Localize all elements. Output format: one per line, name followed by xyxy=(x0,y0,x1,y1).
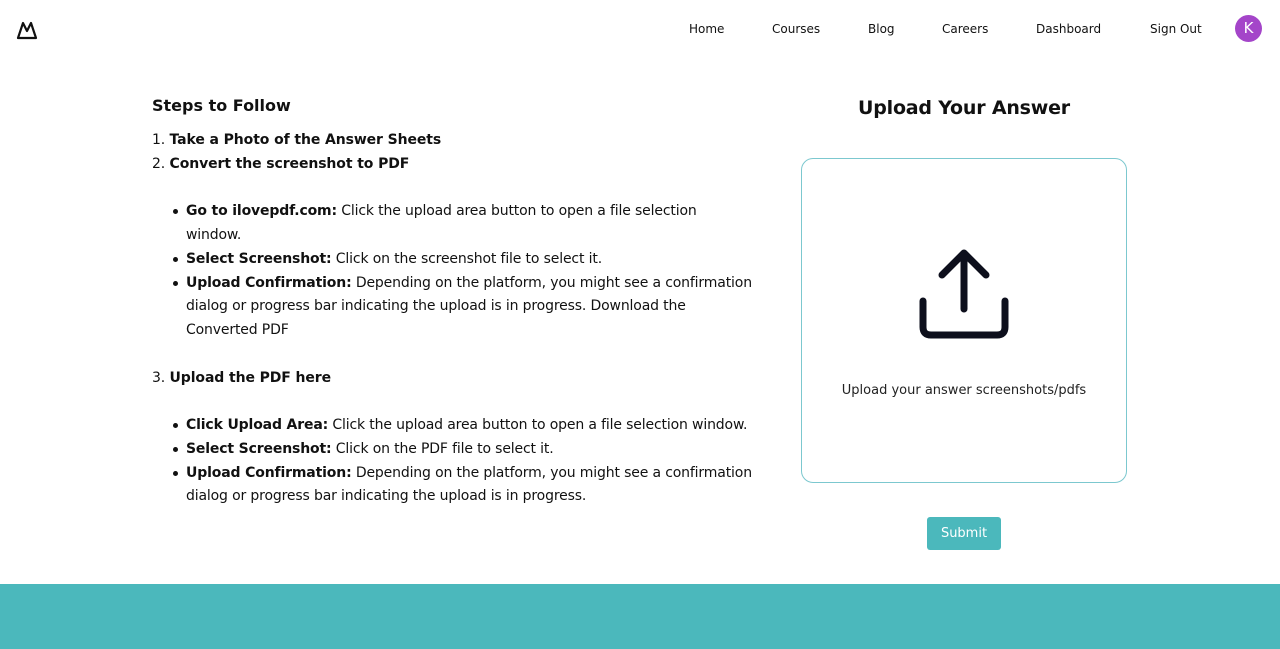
list-item: Select Screenshot: Click on the screensh… xyxy=(173,248,752,272)
steps-title: Steps to Follow xyxy=(152,96,291,115)
nav-courses[interactable]: Courses xyxy=(772,22,820,36)
list-item-strong: Go to ilovepdf.com: xyxy=(186,203,337,220)
footer xyxy=(0,584,1280,649)
step-2-list: Go to ilovepdf.com: Click the upload are… xyxy=(152,200,752,342)
top-nav: Home Courses Blog Careers Dashboard Sign… xyxy=(0,0,1280,60)
nav-blog[interactable]: Blog xyxy=(868,22,895,36)
nav-dashboard[interactable]: Dashboard xyxy=(1036,22,1101,36)
avatar[interactable]: K xyxy=(1235,15,1262,42)
step-1: 1. Take a Photo of the Answer Sheets xyxy=(152,129,752,153)
list-item: Go to ilovepdf.com: Click the upload are… xyxy=(173,200,752,247)
list-item: Click Upload Area: Click the upload area… xyxy=(173,414,752,438)
step-number: 3. xyxy=(152,369,166,386)
step-number: 1. xyxy=(152,132,166,148)
list-item-text: Click the upload area button to open a f… xyxy=(328,417,748,434)
nav-home[interactable]: Home xyxy=(689,22,724,36)
nav-sign-out[interactable]: Sign Out xyxy=(1150,22,1202,36)
upload-area[interactable]: Upload your answer screenshots/pdfs xyxy=(801,158,1127,483)
list-item: Upload Confirmation: Depending on the pl… xyxy=(173,462,752,509)
list-item-strong: Upload Confirmation: xyxy=(186,274,352,291)
step-text: Take a Photo of the Answer Sheets xyxy=(169,132,442,148)
list-item-strong: Upload Confirmation: xyxy=(186,464,352,481)
list-item-strong: Select Screenshot: xyxy=(186,250,332,267)
step-text: Upload the PDF here xyxy=(169,369,332,386)
list-item-strong: Select Screenshot: xyxy=(186,441,332,458)
list-item-strong: Click Upload Area: xyxy=(186,417,329,434)
step-number: 2. xyxy=(152,155,166,172)
list-item: Select Screenshot: Click on the PDF file… xyxy=(173,438,752,462)
list-item-text: Click on the screenshot file to select i… xyxy=(331,250,602,267)
submit-button[interactable]: Submit xyxy=(927,517,1001,550)
upload-icon xyxy=(919,249,1009,339)
list-item-text: Click on the PDF file to select it. xyxy=(331,441,554,458)
step-text: Convert the screenshot to PDF xyxy=(169,155,410,172)
step-2: 2. Convert the screenshot to PDF xyxy=(152,153,752,177)
list-item: Upload Confirmation: Depending on the pl… xyxy=(173,272,752,343)
step-3: 3. Upload the PDF here xyxy=(152,367,752,391)
upload-title: Upload Your Answer xyxy=(858,97,1070,119)
steps-section: Steps to Follow 1. Take a Photo of the A… xyxy=(152,96,752,509)
step-3-list: Click Upload Area: Click the upload area… xyxy=(152,414,752,509)
upload-hint: Upload your answer screenshots/pdfs xyxy=(841,383,1087,398)
nav-careers[interactable]: Careers xyxy=(942,22,988,36)
